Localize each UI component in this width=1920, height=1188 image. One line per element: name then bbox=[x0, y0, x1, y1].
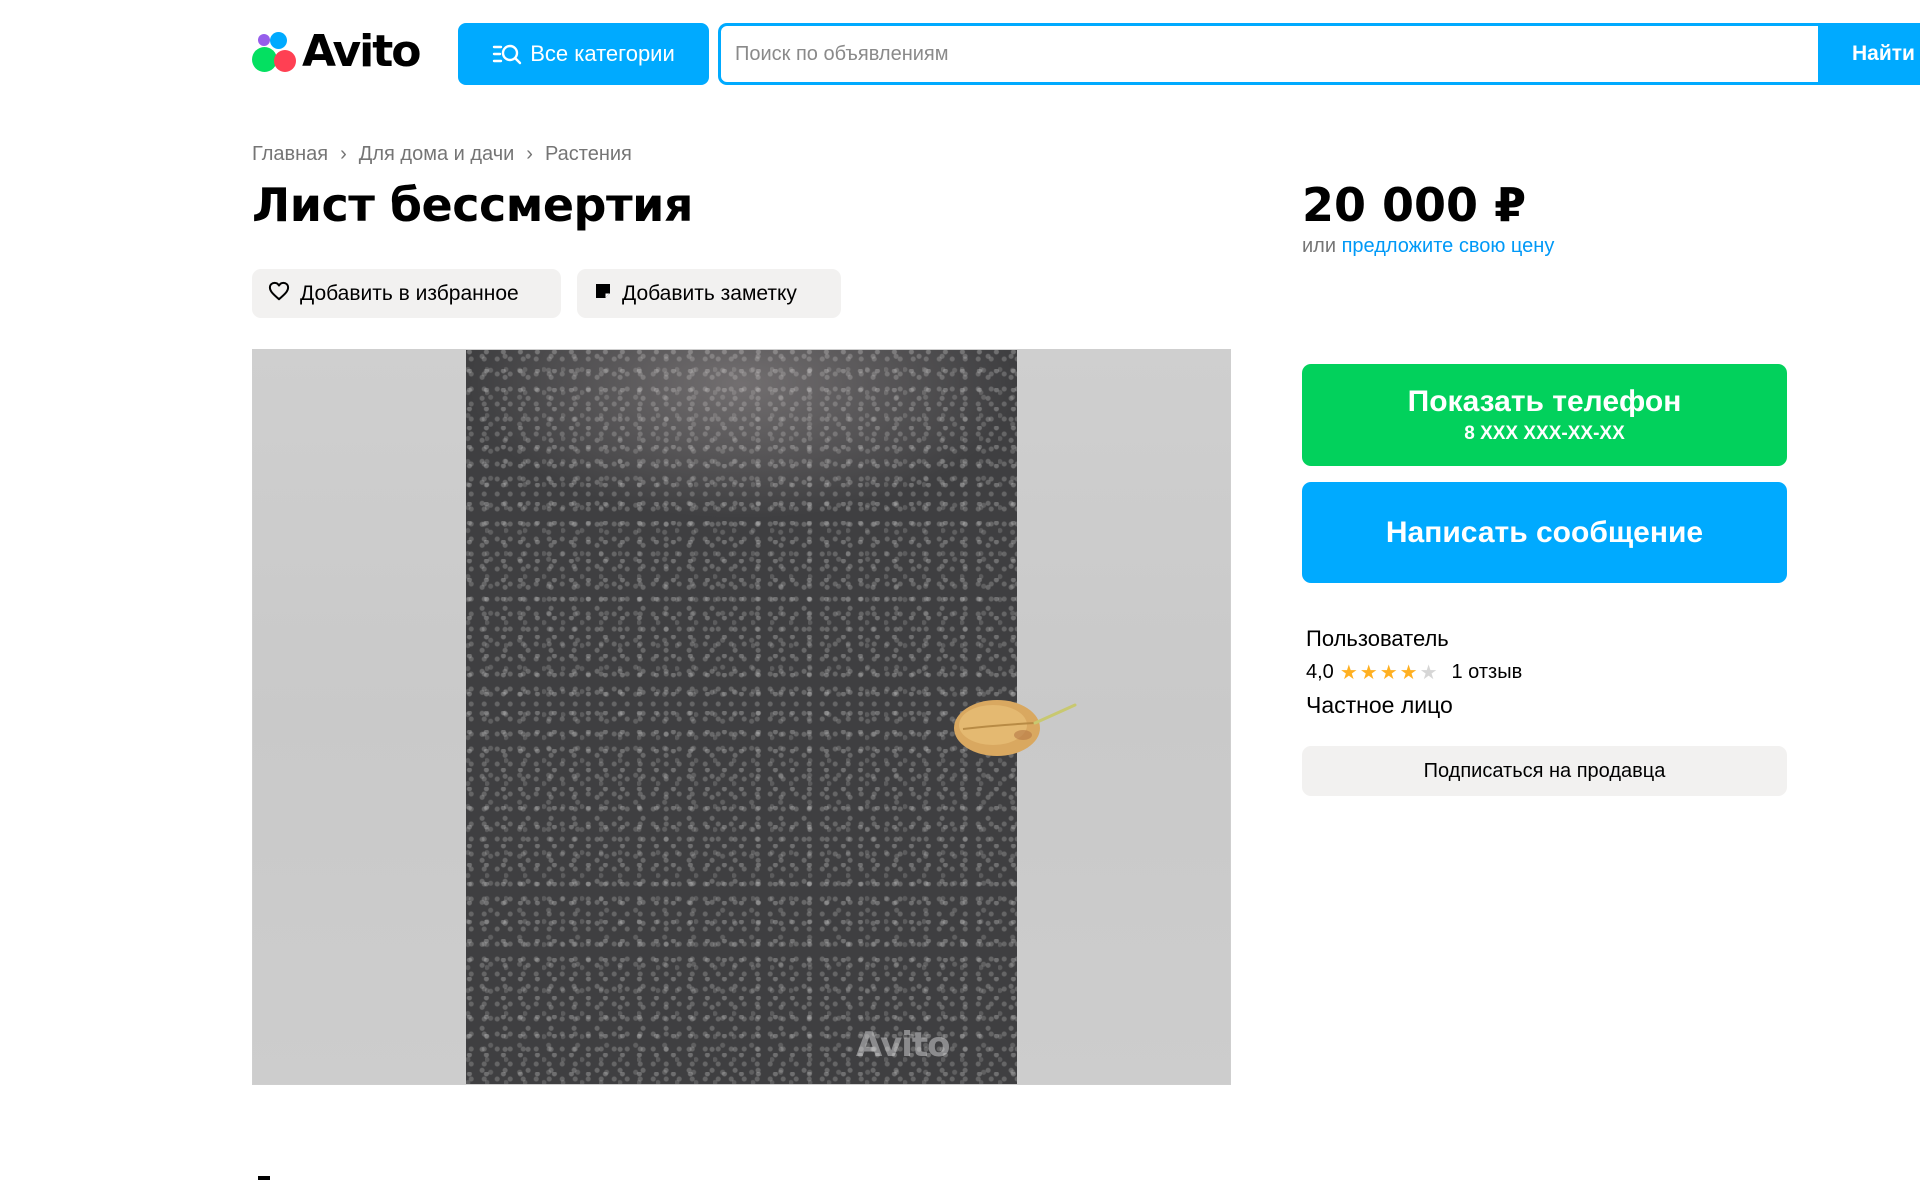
rating-stars: ★ ★ ★ ★ ★ bbox=[1340, 663, 1438, 683]
search-input[interactable] bbox=[721, 26, 1821, 82]
seller-name[interactable]: Пользователь bbox=[1306, 626, 1449, 652]
listing-photo[interactable] bbox=[466, 350, 1077, 1084]
gallery-blur-left bbox=[253, 350, 466, 1084]
site-header: Avito Все категории Найти bbox=[0, 0, 1920, 110]
add-note-label: Добавить заметку bbox=[622, 281, 797, 305]
subscribe-seller-label: Подписаться на продавца bbox=[1423, 759, 1666, 782]
star-filled-icon: ★ bbox=[1379, 661, 1398, 684]
avito-watermark: Avito bbox=[856, 1025, 951, 1065]
breadcrumb-home-garden[interactable]: Для дома и дачи bbox=[359, 143, 515, 166]
seller-rating: 4,0 ★ ★ ★ ★ ★ 1 отзыв bbox=[1306, 661, 1522, 684]
add-to-favorites-button[interactable]: Добавить в избранное bbox=[252, 269, 561, 318]
note-icon bbox=[594, 282, 612, 306]
show-phone-label: Показать телефон bbox=[1407, 385, 1682, 418]
avito-logo[interactable]: Avito bbox=[252, 26, 422, 77]
search-bar bbox=[718, 23, 1920, 85]
write-message-label: Написать сообщение bbox=[1385, 515, 1704, 549]
avito-logo-icon bbox=[252, 28, 300, 76]
add-note-button[interactable]: Добавить заметку bbox=[577, 269, 841, 318]
breadcrumb-home[interactable]: Главная bbox=[252, 143, 328, 166]
listing-title: Лист бессмертия bbox=[252, 178, 693, 232]
add-to-favorites-label: Добавить в избранное bbox=[300, 281, 519, 305]
price-offer-prefix: или bbox=[1302, 235, 1337, 257]
heart-icon bbox=[268, 281, 290, 307]
all-categories-button[interactable]: Все категории bbox=[458, 23, 709, 85]
logo-text: Avito bbox=[302, 26, 422, 77]
offer-price-link[interactable]: предложите свою цену bbox=[1342, 235, 1555, 257]
truncated-text-fragment bbox=[258, 1176, 270, 1180]
breadcrumb-plants[interactable]: Растения bbox=[545, 143, 632, 166]
chevron-right-icon: › bbox=[340, 143, 347, 165]
star-empty-icon: ★ bbox=[1419, 661, 1438, 684]
price-offer: или предложите свою цену bbox=[1302, 235, 1554, 258]
price-value: 20 000 ₽ bbox=[1302, 178, 1527, 232]
leaf-image bbox=[954, 700, 1077, 756]
subscribe-seller-button[interactable]: Подписаться на продавца bbox=[1302, 746, 1787, 796]
phone-masked: 8 XXX XXX-XX-XX bbox=[1464, 423, 1625, 444]
star-filled-icon: ★ bbox=[1339, 661, 1358, 684]
search-button-label: Найти bbox=[1852, 42, 1915, 65]
star-filled-icon: ★ bbox=[1359, 661, 1378, 684]
photo-gallery[interactable]: Avito bbox=[252, 349, 1231, 1085]
seller-reviews-link[interactable]: 1 отзыв bbox=[1452, 661, 1523, 684]
write-message-button[interactable]: Написать сообщение bbox=[1302, 482, 1787, 583]
breadcrumb: Главная › Для дома и дачи › Растения bbox=[252, 143, 632, 166]
categories-search-icon bbox=[492, 42, 522, 66]
seller-type: Частное лицо bbox=[1306, 692, 1453, 718]
show-phone-button[interactable]: Показать телефон 8 XXX XXX-XX-XX bbox=[1302, 364, 1787, 466]
listing-page: Avito Все категории Найти Главная › bbox=[0, 0, 1920, 1188]
chevron-right-icon: › bbox=[526, 143, 533, 165]
all-categories-label: Все категории bbox=[530, 41, 675, 66]
star-filled-icon: ★ bbox=[1399, 661, 1418, 684]
search-button[interactable]: Найти bbox=[1818, 23, 1920, 85]
seller-rating-value: 4,0 bbox=[1306, 661, 1334, 683]
